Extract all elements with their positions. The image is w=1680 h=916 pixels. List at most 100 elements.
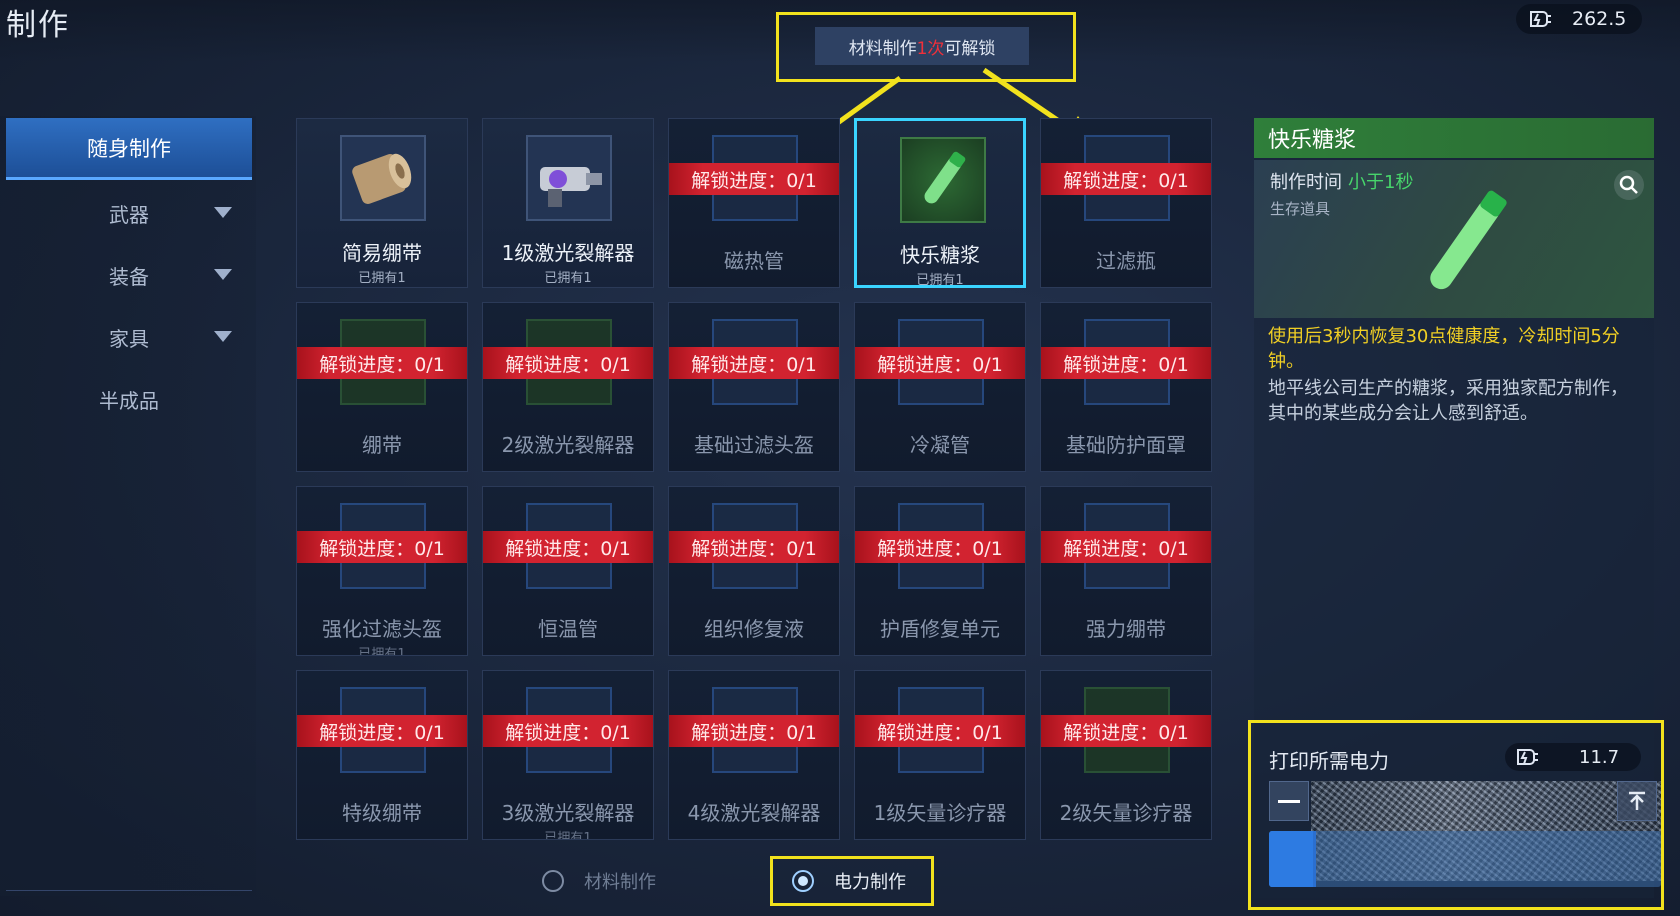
green-vial-icon [1430,190,1507,290]
unlock-progress: 解锁进度：0/1 [483,531,653,563]
power-value: 262.5 [1572,8,1627,30]
craft-time: 制作时间 小于1秒 [1270,168,1413,194]
item-owned: 已拥有1 [358,647,406,656]
item-name: 2级激光裂解器 [501,433,635,457]
item-name: 基础防护面罩 [1066,433,1186,457]
power-plug-icon [1528,8,1554,30]
item-name: 2级矢量诊疗器 [1059,801,1193,825]
item-card[interactable]: 解锁进度：0/1 特级绷带 [296,670,468,840]
sidebar-divider [6,890,252,891]
item-card[interactable]: 解锁进度：0/1 护盾修复单元 [854,486,1026,656]
item-card[interactable]: 解锁进度：0/1 磁热管 [668,118,840,288]
item-card[interactable]: 解锁进度：0/1 2级矢量诊疗器 [1040,670,1212,840]
item-card[interactable]: 1级激光裂解器 已拥有1 [482,118,654,288]
print-power-value: 11.7 [1579,746,1620,768]
laser-cutter-icon [526,135,612,221]
notice-highlight: 1次 [916,38,945,59]
unlock-progress: 解锁进度：0/1 [297,715,467,747]
item-card[interactable]: 解锁进度：0/1 强化过滤头盔 已拥有1 [296,486,468,656]
item-card[interactable]: 解锁进度：0/1 绷带 [296,302,468,472]
item-card[interactable]: 解锁进度：0/1 组织修复液 [668,486,840,656]
item-name: 护盾修复单元 [880,617,1000,641]
sidebar-item-portable-craft[interactable]: 随身制作 [6,118,252,180]
item-name: 过滤瓶 [1096,249,1156,273]
unlock-progress: 解锁进度：0/1 [1041,531,1211,563]
item-card[interactable]: 解锁进度：0/1 2级激光裂解器 [482,302,654,472]
item-card[interactable]: 解锁进度：0/1 冷凝管 [854,302,1026,472]
item-name: 强力绷带 [1086,617,1166,641]
radio-label: 电力制作 [834,872,906,893]
sidebar-item-label: 武器 [109,202,149,227]
unlock-progress: 解锁进度：0/1 [1041,163,1211,195]
decrease-button[interactable] [1269,781,1309,821]
green-vial-icon [900,137,986,223]
item-name: 组织修复液 [704,617,804,641]
item-name: 1级矢量诊疗器 [873,801,1007,825]
radio-label: 材料制作 [584,872,656,893]
quantity-slider-fill [1269,831,1313,887]
item-card[interactable]: 解锁进度：0/1 4级激光裂解器 [668,670,840,840]
item-owned: 已拥有1 [544,831,592,840]
item-description: 地平线公司生产的糖浆，采用独家配方制作，其中的某些成分会让人感到舒适。 [1268,378,1628,424]
unlock-progress: 解锁进度：0/1 [297,531,467,563]
item-name: 4级激光裂解器 [687,801,821,825]
unlock-notice: 材料制作 1次 可解锁 [815,27,1029,65]
power-plug-icon [1515,746,1541,768]
print-power-label: 打印所需电力 [1269,749,1389,773]
radio-power-craft[interactable]: 电力制作 [792,868,906,894]
bandage-roll-icon [340,135,426,221]
arrow-to-top-icon [1629,791,1645,810]
item-card[interactable]: 解锁进度：0/1 3级激光裂解器 已拥有1 [482,670,654,840]
radio-material-craft[interactable]: 材料制作 [542,868,656,894]
unlock-progress: 解锁进度：0/1 [669,163,839,195]
sidebar-item-furniture[interactable]: 家具 [6,314,252,360]
item-card[interactable]: 简易绷带 已拥有1 [296,118,468,288]
item-name: 3级激光裂解器 [501,801,635,825]
item-effect: 使用后3秒内恢复30点健康度，冷却时间5分钟。 [1268,326,1620,372]
print-power-highlight: 打印所需电力 11.7 [1248,720,1664,910]
item-card[interactable]: 解锁进度：0/1 过滤瓶 [1040,118,1212,288]
sidebar-item-equipment[interactable]: 装备 [6,252,252,298]
sidebar-item-weapons[interactable]: 武器 [6,190,252,236]
sidebar-item-semi-finished[interactable]: 半成品 [6,376,252,422]
unlock-progress: 解锁进度：0/1 [855,715,1025,747]
unlock-progress: 解锁进度：0/1 [669,347,839,379]
chevron-down-icon [214,331,232,342]
unlock-progress: 解锁进度：0/1 [483,715,653,747]
print-power-pill: 11.7 [1505,743,1641,771]
max-button[interactable] [1617,781,1657,821]
item-name: 恒温管 [538,617,598,641]
detail-title: 快乐糖浆 [1254,118,1654,158]
search-icon[interactable] [1614,170,1644,200]
chevron-down-icon [214,207,232,218]
item-name: 冷凝管 [910,433,970,457]
sidebar-item-label: 装备 [109,264,149,289]
item-name: 磁热管 [724,249,784,273]
item-card[interactable]: 解锁进度：0/1 基础防护面罩 [1040,302,1212,472]
item-owned: 已拥有1 [544,271,592,286]
item-card-selected[interactable]: 快乐糖浆 已拥有1 [854,118,1026,288]
item-card[interactable]: 解锁进度：0/1 恒温管 [482,486,654,656]
item-card[interactable]: 解锁进度：0/1 基础过滤头盔 [668,302,840,472]
item-name: 1级激光裂解器 [501,241,635,265]
sidebar-item-label: 家具 [109,326,149,351]
notice-suffix: 可解锁 [944,38,996,59]
unlock-progress: 解锁进度：0/1 [669,531,839,563]
unlock-progress: 解锁进度：0/1 [483,347,653,379]
unlock-progress: 解锁进度：0/1 [669,715,839,747]
radio-dot [792,870,814,892]
chevron-down-icon [214,269,232,280]
item-name: 简易绷带 [342,241,422,265]
item-name: 特级绷带 [342,801,422,825]
power-indicator: 262.5 [1516,4,1642,34]
unlock-progress: 解锁进度：0/1 [1041,347,1211,379]
item-name: 基础过滤头盔 [694,433,814,457]
notice-prefix: 材料制作 [848,38,917,59]
item-card[interactable]: 解锁进度：0/1 强力绷带 [1040,486,1212,656]
page-title: 制作 [6,8,70,43]
item-card[interactable]: 解锁进度：0/1 1级矢量诊疗器 [854,670,1026,840]
item-name: 快乐糖浆 [900,243,980,267]
item-owned: 已拥有1 [358,271,406,286]
quantity-slider[interactable] [1269,831,1661,887]
craft-time-value: 小于1秒 [1348,172,1414,193]
